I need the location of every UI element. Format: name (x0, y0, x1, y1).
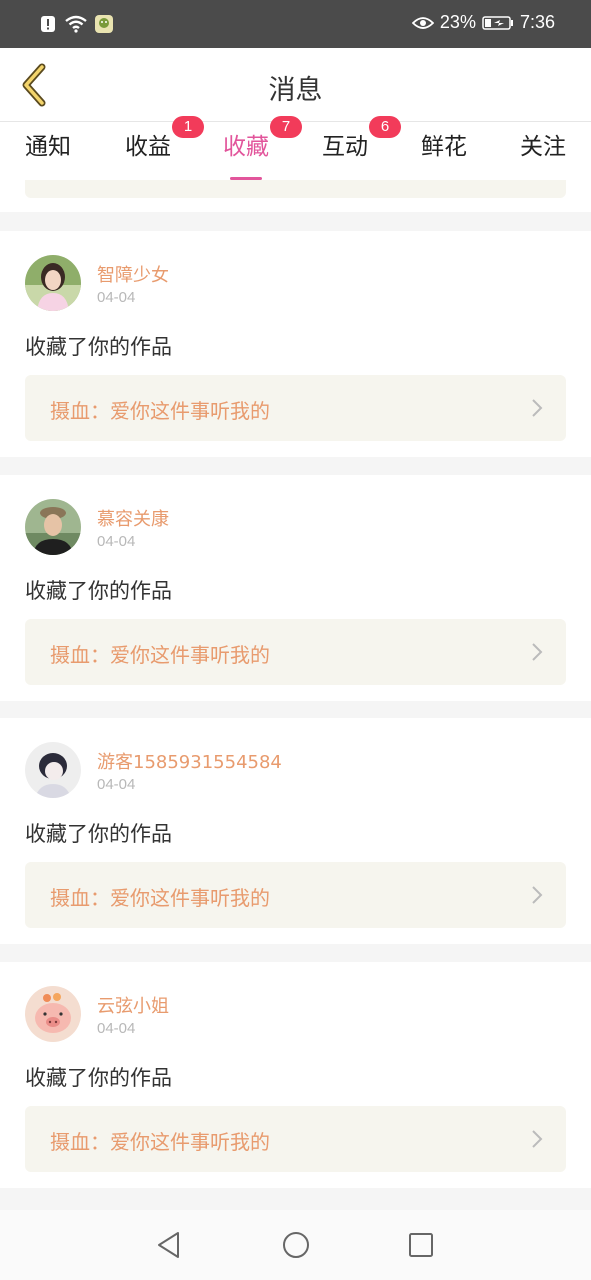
previous-card-remnant (0, 180, 591, 212)
avatar[interactable] (25, 499, 81, 555)
tab-favorites[interactable]: 收藏 7 (222, 116, 302, 180)
status-bar: 23% 7:36 (0, 0, 591, 48)
work-link[interactable]: 摄血：爱你这件事听我的 (25, 1106, 566, 1172)
tab-earnings[interactable]: 收益 1 (124, 116, 204, 170)
work-title: 摄血：爱你这件事听我的 (50, 1130, 270, 1154)
tab-bar: 通知 收益 1 收藏 7 互动 6 鲜花 关注 (0, 116, 591, 180)
tab-notify[interactable]: 通知 (24, 130, 72, 170)
chevron-right-icon (532, 643, 543, 661)
username[interactable]: 游客1585931554584 (97, 748, 282, 774)
eye-icon (411, 16, 434, 29)
tab-label: 互动 (322, 134, 368, 160)
battery-icon (482, 15, 513, 30)
notification-card: 智障少女 04-04 收藏了你的作品 摄血：爱你这件事听我的 (0, 231, 591, 457)
tab-label: 收藏 (223, 134, 269, 160)
work-link[interactable]: 摄血：爱你这件事听我的 (25, 375, 566, 441)
earnings-badge: 1 (172, 116, 204, 138)
notification-list[interactable]: 智障少女 04-04 收藏了你的作品 摄血：爱你这件事听我的 慕容关康 04-0… (0, 180, 591, 1210)
app-notification-icon (95, 15, 113, 33)
app-header: 消息 (0, 48, 591, 122)
tab-label: 鲜花 (421, 134, 467, 160)
notification-date: 04-04 (97, 533, 136, 550)
notification-card: 游客1585931554584 04-04 收藏了你的作品 摄血：爱你这件事听我… (0, 718, 591, 944)
notification-card: 云弦小姐 04-04 收藏了你的作品 摄血：爱你这件事听我的 (0, 962, 591, 1188)
notification-date: 04-04 (97, 289, 136, 306)
notification-action: 收藏了你的作品 (25, 822, 172, 846)
tab-label: 通知 (25, 134, 71, 160)
tab-label: 收益 (125, 134, 171, 160)
previous-work-box (25, 180, 566, 198)
notification-date: 04-04 (97, 1020, 136, 1037)
notification-action: 收藏了你的作品 (25, 335, 172, 359)
home-circle-icon[interactable] (281, 1230, 311, 1260)
work-title: 摄血：爱你这件事听我的 (50, 399, 270, 423)
tab-label: 关注 (520, 134, 566, 160)
status-left-icons (38, 14, 114, 34)
status-right: 23% 7:36 (411, 12, 555, 33)
system-nav-bar (0, 1210, 591, 1280)
chevron-right-icon (532, 399, 543, 417)
avatar[interactable] (25, 742, 81, 798)
username[interactable]: 慕容关康 (97, 505, 169, 531)
work-title: 摄血：爱你这件事听我的 (50, 886, 270, 910)
notification-action: 收藏了你的作品 (25, 579, 172, 603)
tab-interaction[interactable]: 互动 6 (321, 116, 401, 170)
avatar[interactable] (25, 255, 81, 311)
recents-square-icon[interactable] (406, 1230, 436, 1260)
battery-percent: 23% (439, 12, 476, 32)
username[interactable]: 智障少女 (97, 261, 169, 287)
page-title: 消息 (268, 75, 323, 106)
interaction-badge: 6 (369, 116, 401, 138)
chevron-right-icon (532, 1130, 543, 1148)
username[interactable]: 云弦小姐 (97, 992, 169, 1018)
tab-follow[interactable]: 关注 (519, 130, 567, 170)
notification-card: 慕容关康 04-04 收藏了你的作品 摄血：爱你这件事听我的 (0, 475, 591, 701)
avatar[interactable] (25, 986, 81, 1042)
favorites-badge: 7 (270, 116, 302, 138)
back-triangle-icon[interactable] (154, 1230, 184, 1260)
tab-flowers[interactable]: 鲜花 (420, 130, 468, 170)
work-link[interactable]: 摄血：爱你这件事听我的 (25, 862, 566, 928)
work-link[interactable]: 摄血：爱你这件事听我的 (25, 619, 566, 685)
chevron-right-icon (532, 886, 543, 904)
alert-icon (41, 16, 55, 32)
clock: 7:36 (519, 12, 555, 32)
work-title: 摄血：爱你这件事听我的 (50, 643, 270, 667)
wifi-icon (65, 15, 87, 33)
notification-date: 04-04 (97, 776, 136, 793)
notification-action: 收藏了你的作品 (25, 1066, 172, 1090)
